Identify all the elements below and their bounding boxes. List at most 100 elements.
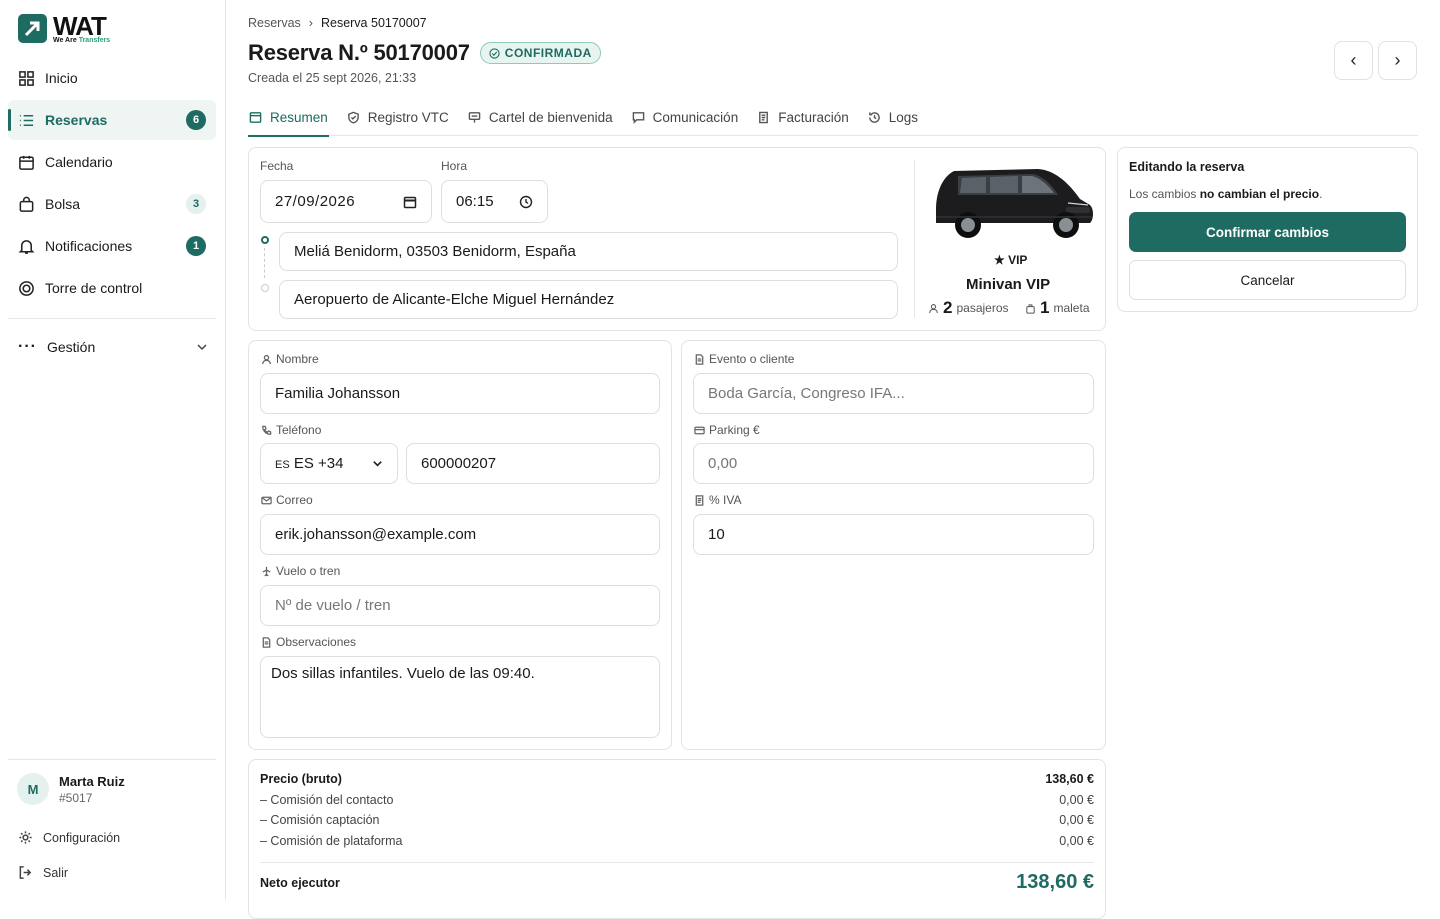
tab-resumen[interactable]: Resumen <box>248 98 329 137</box>
event-input[interactable]: Boda García, Congreso IFA... <box>693 373 1094 414</box>
mail-icon <box>261 496 272 504</box>
document-icon <box>759 111 769 123</box>
iva-input[interactable]: 10 <box>693 514 1094 555</box>
person-icon <box>929 303 938 313</box>
net-price-label: Neto ejecutor <box>260 876 340 890</box>
tab-label: Cartel de bienvenida <box>488 109 613 125</box>
status-badge: CONFIRMADA <box>479 42 601 64</box>
tab-label: Facturación <box>778 109 849 125</box>
gross-price-value: 138,60 € <box>1045 772 1094 786</box>
commission-label: – Comisión de plataforma <box>260 834 403 848</box>
history-icon <box>868 111 880 123</box>
breadcrumb-root[interactable]: Reservas <box>248 16 301 30</box>
parking-input[interactable]: 0,00 <box>693 443 1094 484</box>
tab-cartel-de-bienvenida[interactable]: Cartel de bienvenida <box>467 98 614 136</box>
page-title: Reserva N.º 50170007 <box>248 40 470 65</box>
passenger-count: 2 <box>943 298 953 317</box>
luggage-count: 1 <box>1040 298 1050 317</box>
calendar-icon[interactable] <box>403 195 417 209</box>
trip-card-divider <box>914 160 915 318</box>
next-reservation-button[interactable]: › <box>1378 41 1417 80</box>
tab-bar: Resumen Registro VTC Cartel de bienvenid… <box>248 98 1418 137</box>
settings-link[interactable]: Configuración <box>18 830 120 845</box>
person-icon <box>262 354 271 364</box>
settings-label: Configuración <box>43 830 121 845</box>
sidebar-divider <box>8 759 216 760</box>
sidebar-item-label: Inicio <box>45 70 78 86</box>
document-icon <box>695 353 704 365</box>
flight-input[interactable]: Nº de vuelo / tren <box>260 585 660 626</box>
chevron-down-icon <box>373 461 382 467</box>
notes-label: Observaciones <box>261 635 356 649</box>
sidebar-item-notificaciones[interactable]: Notificaciones 1 <box>8 226 216 266</box>
tab-label: Resumen <box>270 109 328 125</box>
tab-facturacion[interactable]: Facturación <box>756 98 850 136</box>
sidebar-item-gestion[interactable]: ··· Gestión <box>18 338 208 356</box>
sidebar-item-torre-de-control[interactable]: Torre de control <box>8 268 216 308</box>
name-input[interactable]: Familia Johansson <box>260 373 660 414</box>
plane-icon <box>262 566 271 576</box>
sidebar-item-label: Notificaciones <box>45 238 133 254</box>
created-timestamp: Creada el 25 sept 2026, 21:33 <box>248 71 417 85</box>
user-profile[interactable]: M Marta Ruiz #5017 <box>17 773 125 805</box>
notificaciones-count-badge: 1 <box>186 236 206 256</box>
origin-dot-icon <box>261 236 269 244</box>
page-header: Reserva N.º 50170007 CONFIRMADA <box>248 40 601 66</box>
breadcrumb: Reservas › Reserva 50170007 <box>248 16 427 30</box>
card-icon <box>694 426 705 434</box>
commission-row: – Comisión del contacto 0,00 € <box>260 793 1094 807</box>
list-icon <box>19 114 34 126</box>
origin-input[interactable]: Meliá Benidorm, 03503 Benidorm, España <box>279 232 898 271</box>
email-label: Correo <box>261 493 313 507</box>
prev-reservation-button[interactable]: ‹ <box>1334 41 1373 80</box>
passenger-label: pasajeros <box>956 301 1009 315</box>
time-input[interactable]: 06:15 <box>441 180 548 223</box>
commission-row: – Comisión captación 0,00 € <box>260 813 1094 827</box>
time-value: 06:15 <box>456 193 494 210</box>
edit-panel-title: Editando la reserva <box>1129 160 1245 174</box>
sidebar-item-label: Torre de control <box>45 280 143 296</box>
chevron-down-icon <box>197 344 207 351</box>
sidebar-item-reservas[interactable]: Reservas 6 <box>8 100 216 140</box>
commission-label: – Comisión captación <box>260 813 380 827</box>
bell-icon <box>18 239 35 254</box>
tab-label: Comunicación <box>652 109 739 125</box>
confirm-changes-button[interactable]: Confirmar cambios <box>1129 212 1406 252</box>
sidebar-divider <box>8 318 216 319</box>
logo[interactable]: WAT We Are Transfers <box>18 13 110 44</box>
cancel-button[interactable]: Cancelar <box>1129 260 1406 300</box>
tab-registro-vtc[interactable]: Registro VTC <box>346 98 450 136</box>
logo-tagline: We Are Transfers <box>53 37 111 44</box>
tab-logs[interactable]: Logs <box>867 98 919 136</box>
sidebar-item-bolsa[interactable]: Bolsa 3 <box>8 184 216 224</box>
tab-comunicacion[interactable]: Comunicación <box>631 98 740 136</box>
bag-icon <box>19 196 34 212</box>
bolsa-count-badge: 3 <box>186 194 206 214</box>
avatar: M <box>17 773 49 805</box>
clock-icon[interactable] <box>519 195 533 209</box>
chevron-left-icon: ‹ <box>1350 50 1357 70</box>
notes-textarea[interactable]: Dos sillas infantiles. Vuelo de las 09:4… <box>260 656 660 738</box>
shield-icon <box>347 111 359 124</box>
sidebar-item-label: Calendario <box>45 154 113 170</box>
sidebar-item-inicio[interactable]: Inicio <box>8 58 216 98</box>
logo-wordmark: WAT <box>53 11 107 41</box>
passenger-capacity: 2 pasajeros <box>928 298 1009 318</box>
logout-link[interactable]: Salir <box>18 865 68 880</box>
sidebar: WAT We Are Transfers Inicio Reservas 6 C… <box>0 0 226 900</box>
commission-value: 0,00 € <box>1059 793 1094 807</box>
destination-input[interactable]: Aeropuerto de Alicante-Elche Miguel Hern… <box>279 280 898 319</box>
price-divider <box>260 862 1094 863</box>
vip-badge: ★ VIP <box>994 253 1028 267</box>
phone-prefix-select[interactable]: ES ES +34 <box>260 443 398 484</box>
luggage-capacity: 1 maleta <box>1025 298 1090 318</box>
iva-label: % IVA <box>694 493 741 507</box>
date-label: Fecha <box>260 159 294 173</box>
window-icon <box>249 111 262 123</box>
email-input[interactable]: erik.johansson@example.com <box>260 514 660 555</box>
date-input[interactable]: 27/09/2026 <box>260 180 432 223</box>
sidebar-item-calendario[interactable]: Calendario <box>8 142 216 182</box>
phone-input[interactable]: 600000207 <box>406 443 660 484</box>
sidebar-item-label: Reservas <box>45 112 108 128</box>
gross-price-row: Precio (bruto) 138,60 € <box>260 772 1094 786</box>
